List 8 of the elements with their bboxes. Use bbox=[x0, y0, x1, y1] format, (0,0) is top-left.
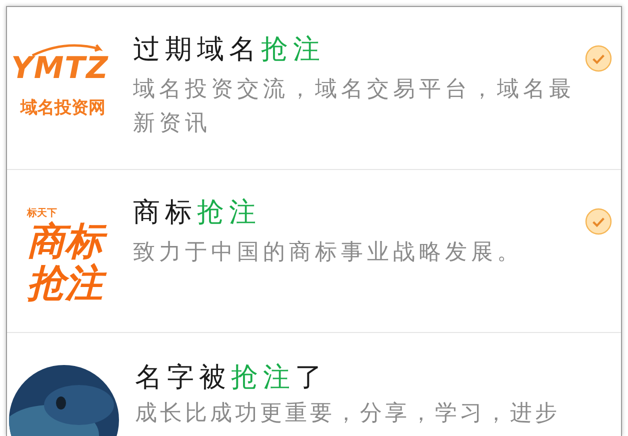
result-title: 商标 抢注 bbox=[133, 196, 262, 230]
result-description: 成长比成功更重要，分享，学习，进步 bbox=[135, 400, 561, 428]
result-description: 域名投资交流，域名交易平台，域名最新资讯 bbox=[133, 76, 575, 138]
result-title: 过期域名 抢注 bbox=[133, 33, 326, 67]
result-description: 致力于中国的商标事业战略发展。 bbox=[133, 239, 524, 267]
logo: 标天下 商标 抢注 bbox=[27, 208, 113, 304]
logo: YMTZ 域名投资网 bbox=[11, 41, 115, 121]
result-title: 名字被 抢注 了 bbox=[135, 361, 328, 395]
